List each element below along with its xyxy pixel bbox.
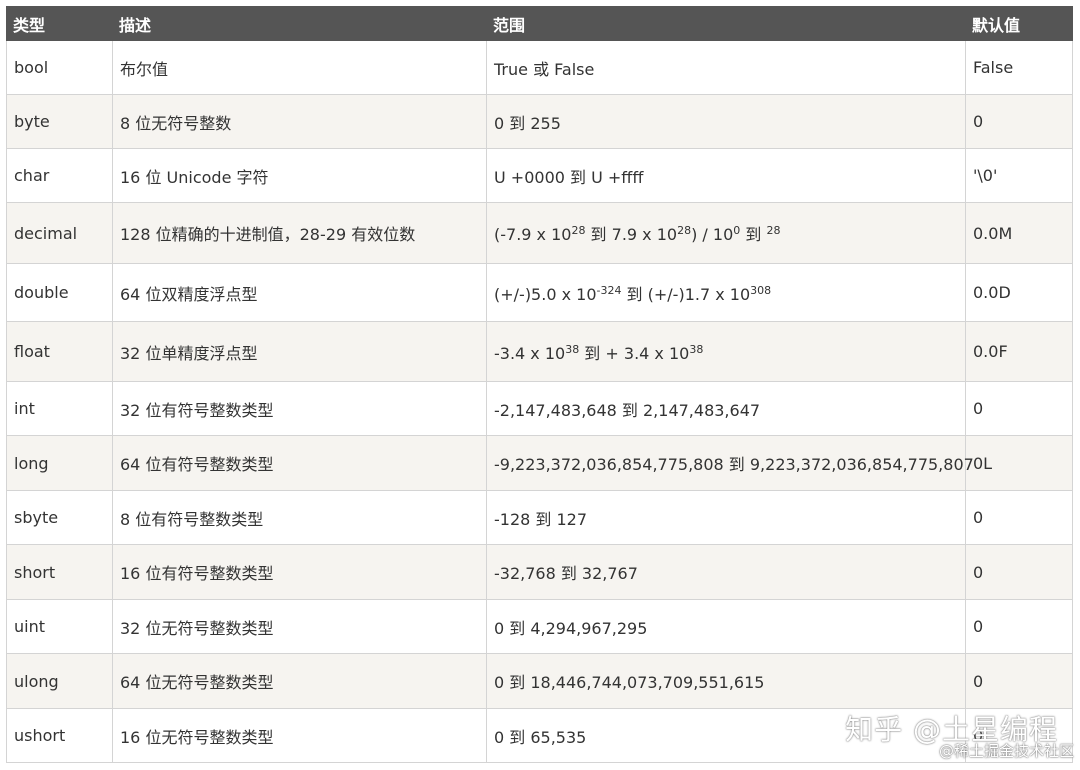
cell-type: int	[6, 381, 113, 436]
cell-description: 16 位 Unicode 字符	[112, 148, 487, 203]
data-types-table-container: 类型 描述 范围 默认值 bool 布尔值 True 或 False False byt…	[6, 6, 1073, 763]
table-row: ulong 64 位无符号整数类型 0 到 18,446,744,073,709,5…	[6, 653, 1073, 709]
cell-range: (+/-)5.0 x 10-324 到 (+/-)1.7 x 10308	[486, 263, 966, 322]
cell-type: sbyte	[6, 490, 113, 545]
range-exponent: 28	[677, 224, 692, 237]
cell-description: 16 位无符号整数类型	[112, 708, 487, 763]
table-row: double 64 位双精度浮点型 (+/-)5.0 x 10-324 到 (+/-…	[6, 263, 1073, 322]
cell-type: char	[6, 148, 113, 203]
table-row: bool 布尔值 True 或 False False	[6, 40, 1073, 95]
table-row: byte 8 位无符号整数 0 到 255 0	[6, 94, 1073, 149]
cell-default: 0	[965, 599, 1073, 654]
table-row: int 32 位有符号整数类型 -2,147,483,648 到 2,147,483…	[6, 381, 1073, 436]
range-text: (+/-)5.0 x 10	[494, 284, 597, 304]
table-row: decimal 128 位精确的十进制值，28-29 有效位数 (-7.9 x 10…	[6, 202, 1073, 264]
data-types-table: 类型 描述 范围 默认值 bool 布尔值 True 或 False False byt…	[6, 6, 1073, 763]
cell-default: 0.0D	[965, 263, 1073, 322]
cell-description: 8 位有符号整数类型	[112, 490, 487, 545]
cell-default: 0	[965, 94, 1073, 149]
cell-type: ulong	[6, 653, 113, 709]
range-exponent: 308	[750, 283, 772, 297]
table-header: 类型 描述 范围 默认值	[6, 6, 1073, 41]
cell-default: 0	[965, 653, 1073, 709]
range-exponent: -324	[596, 283, 622, 297]
table-row: float 32 位单精度浮点型 -3.4 x 1038 到 + 3.4 x 103…	[6, 321, 1073, 382]
cell-type: float	[6, 321, 113, 382]
range-exponent: 38	[689, 342, 704, 356]
range-exponent: 28	[766, 224, 781, 237]
cell-description: 64 位有符号整数类型	[112, 435, 487, 491]
header-row: 类型 描述 范围 默认值	[6, 6, 1073, 41]
cell-type: ushort	[6, 708, 113, 763]
range-text: 到	[740, 225, 767, 244]
range-text: -3.4 x 10	[494, 343, 566, 363]
table-body: bool 布尔值 True 或 False False byte 8 位无符号整数 0 到 …	[6, 40, 1073, 763]
range-text: 0 到 18,446,744,073,709,551,615	[494, 673, 765, 692]
cell-default: 0L	[965, 435, 1073, 491]
range-text: (-7.9 x 10	[494, 225, 572, 244]
cell-description: 128 位精确的十进制值，28-29 有效位数	[112, 202, 487, 264]
cell-type: double	[6, 263, 113, 322]
cell-default: 0.0M	[965, 202, 1073, 264]
range-text: 到 (+/-)1.7 x 10	[621, 284, 751, 304]
cell-description: 16 位有符号整数类型	[112, 544, 487, 600]
range-exponent: 38	[565, 342, 580, 356]
cell-description: 32 位单精度浮点型	[112, 321, 487, 382]
range-text: True 或 False	[494, 59, 595, 79]
cell-range: 0 到 4,294,967,295	[486, 599, 966, 654]
header-description: 描述	[112, 6, 487, 41]
cell-type: byte	[6, 94, 113, 149]
range-text: U +0000 到 U +ffff	[494, 167, 644, 187]
cell-range: -128 到 127	[486, 490, 966, 545]
table-row: sbyte 8 位有符号整数类型 -128 到 127 0	[6, 490, 1073, 545]
cell-type: bool	[6, 40, 113, 95]
range-text: -32,768 到 32,767	[494, 564, 638, 583]
range-text: -128 到 127	[494, 509, 588, 529]
range-text: 到 + 3.4 x 10	[579, 343, 690, 363]
juejin-watermark: @稀土掘金技术社区	[938, 742, 1074, 760]
range-text: 0 到 255	[494, 113, 561, 133]
range-exponent: 28	[571, 224, 586, 237]
cell-description: 32 位无符号整数类型	[112, 599, 487, 654]
cell-type: long	[6, 435, 113, 491]
range-text: -2,147,483,648 到 2,147,483,647	[494, 400, 761, 420]
cell-range: U +0000 到 U +ffff	[486, 148, 966, 203]
cell-description: 8 位无符号整数	[112, 94, 487, 149]
cell-range: 0 到 18,446,744,073,709,551,615	[486, 653, 966, 709]
cell-range: -9,223,372,036,854,775,808 到 9,223,372,0…	[486, 435, 974, 491]
cell-range: 0 到 255	[486, 94, 966, 149]
table-row: short 16 位有符号整数类型 -32,768 到 32,767 0	[6, 544, 1073, 600]
range-text: 0 到 4,294,967,295	[494, 618, 648, 638]
header-range: 范围	[486, 6, 966, 41]
cell-range: (-7.9 x 1028 到 7.9 x 1028) / 100 到 28	[486, 202, 966, 264]
cell-default: 0.0F	[965, 321, 1073, 382]
cell-description: 64 位双精度浮点型	[112, 263, 487, 322]
cell-type: short	[6, 544, 113, 600]
header-default: 默认值	[965, 6, 1073, 41]
table-row: uint 32 位无符号整数类型 0 到 4,294,967,295 0	[6, 599, 1073, 654]
table-row: long 64 位有符号整数类型 -9,223,372,036,854,775,80…	[6, 435, 1073, 491]
range-text: -9,223,372,036,854,775,808 到 9,223,372,0…	[494, 455, 974, 474]
table-row: char 16 位 Unicode 字符 U +0000 到 U +ffff '\0'	[6, 148, 1073, 203]
cell-default: False	[965, 40, 1073, 95]
cell-type: uint	[6, 599, 113, 654]
cell-range: -3.4 x 1038 到 + 3.4 x 1038	[486, 321, 966, 382]
cell-default: 0	[965, 544, 1073, 600]
cell-default: '\0'	[965, 148, 1073, 203]
cell-range: True 或 False	[486, 40, 966, 95]
cell-range: -2,147,483,648 到 2,147,483,647	[486, 381, 966, 436]
cell-description: 64 位无符号整数类型	[112, 653, 487, 709]
cell-description: 32 位有符号整数类型	[112, 381, 487, 436]
range-text: ) / 10	[691, 225, 734, 244]
cell-default: 0	[965, 490, 1073, 545]
header-type: 类型	[6, 6, 113, 41]
cell-range: -32,768 到 32,767	[486, 544, 966, 600]
cell-type: decimal	[6, 202, 113, 264]
cell-description: 布尔值	[112, 40, 487, 95]
range-text: 0 到 65,535	[494, 727, 587, 747]
range-text: 到 7.9 x 10	[585, 225, 678, 244]
cell-default: 0	[965, 381, 1073, 436]
